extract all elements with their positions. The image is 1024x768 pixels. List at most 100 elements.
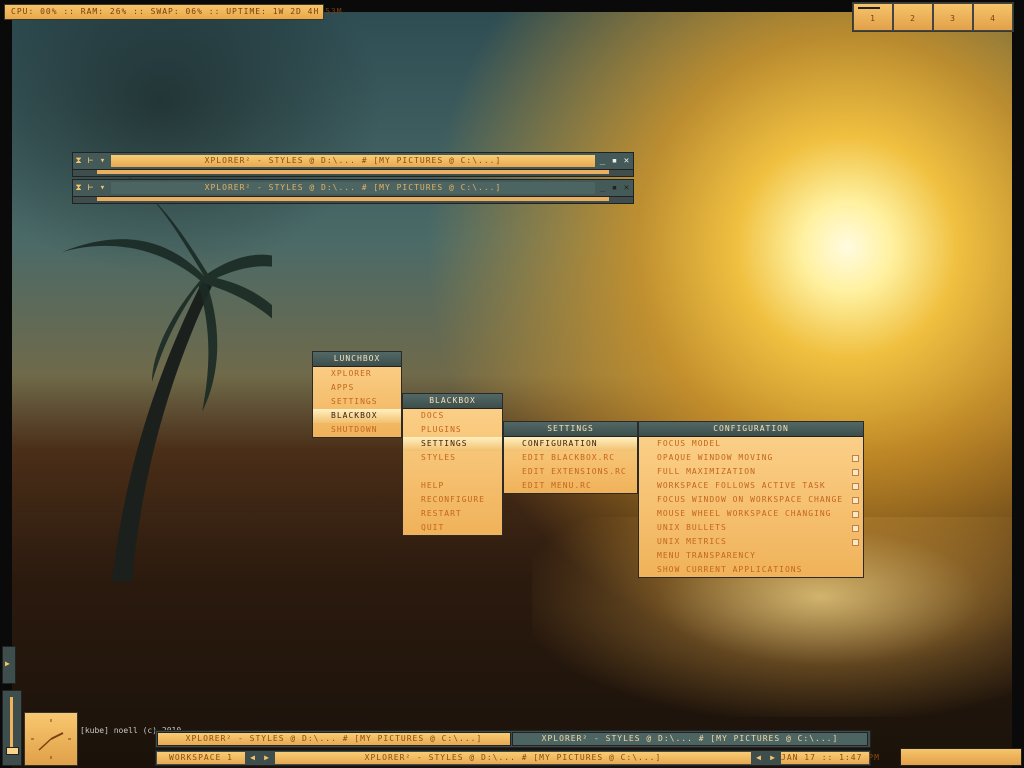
prev-window-icon[interactable]: ◀ bbox=[752, 752, 766, 764]
menu-item-settings[interactable]: SETTINGS bbox=[313, 395, 401, 409]
clock-label: JAN 17 :: 1:47 PM bbox=[781, 752, 880, 764]
checkbox-icon bbox=[852, 511, 859, 518]
menu-item-label: WORKSPACE FOLLOWS ACTIVE TASK bbox=[657, 481, 826, 490]
task-button[interactable]: XPLORER² - STYLES @ D:\... # [MY PICTURE… bbox=[157, 732, 511, 746]
workspace-3-label: 3 bbox=[950, 14, 956, 23]
menu-item-label: UNIX METRICS bbox=[657, 537, 727, 546]
menu-item-restart[interactable]: RESTART bbox=[403, 507, 502, 521]
menu-item-edit-extensions-rc[interactable]: EDIT EXTENSIONS.RC bbox=[504, 465, 637, 479]
menu-item-full-maximization[interactable]: FULL MAXIMIZATION bbox=[639, 465, 863, 479]
shade-icon[interactable]: ⧗ bbox=[73, 155, 85, 167]
menu-item-configuration[interactable]: CONFIGURATION bbox=[504, 437, 637, 451]
workspace-1-label: 1 bbox=[870, 14, 876, 23]
menu-item-label: FOCUS WINDOW ON WORKSPACE CHANGE bbox=[657, 495, 844, 504]
menu-item-reconfigure[interactable]: RECONFIGURE bbox=[403, 493, 502, 507]
window-xplorer-1[interactable]: ⧗ ⊢ ▾ XPLORER² - STYLES @ D:\... # [MY P… bbox=[72, 152, 634, 177]
menu-item-show-current-applications[interactable]: SHOW CURRENT APPLICATIONS bbox=[639, 563, 863, 577]
menu-title: BLACKBOX bbox=[403, 394, 502, 409]
task-button[interactable]: XPLORER² - STYLES @ D:\... # [MY PICTURE… bbox=[512, 732, 868, 746]
workspace-4-label: 4 bbox=[990, 14, 996, 23]
checkbox-icon bbox=[852, 525, 859, 532]
menu-item-xplorer[interactable]: XPLORER bbox=[313, 367, 401, 381]
workspace-pager[interactable]: 1 2 3 4 bbox=[852, 2, 1014, 32]
menu-item-unix-metrics[interactable]: UNIX METRICS bbox=[639, 535, 863, 549]
volume-slider[interactable] bbox=[2, 690, 22, 766]
maximize-icon[interactable]: ▪ bbox=[609, 182, 621, 194]
system-monitor-bar: CPU: 00% :: RAM: 26% :: SWAP: 06% :: UPT… bbox=[4, 4, 342, 20]
checkbox-icon bbox=[852, 497, 859, 504]
next-workspace-icon[interactable]: ▶ bbox=[260, 752, 274, 764]
menu-item-apps[interactable]: APPS bbox=[313, 381, 401, 395]
toolbar: WORKSPACE 1 ◀ ▶ XPLORER² - STYLES @ D:\.… bbox=[155, 750, 880, 766]
menu-title: CONFIGURATION bbox=[639, 422, 863, 437]
menu-item-opaque-window-moving[interactable]: OPAQUE WINDOW MOVING bbox=[639, 451, 863, 465]
analog-clock bbox=[24, 712, 78, 766]
window-handle[interactable] bbox=[72, 197, 634, 204]
stick-icon[interactable]: ⊢ bbox=[85, 182, 97, 194]
menu-item-unix-bullets[interactable]: UNIX BULLETS bbox=[639, 521, 863, 535]
window-titlebar[interactable]: ⧗ ⊢ ▾ XPLORER² - STYLES @ D:\... # [MY P… bbox=[72, 152, 634, 170]
slider-thumb[interactable] bbox=[6, 747, 19, 755]
current-window-label: XPLORER² - STYLES @ D:\... # [MY PICTURE… bbox=[275, 752, 751, 764]
window-title: XPLORER² - STYLES @ D:\... # [MY PICTURE… bbox=[111, 182, 595, 194]
next-window-icon[interactable]: ▶ bbox=[766, 752, 780, 764]
menu-item-focus-model[interactable]: FOCUS MODEL bbox=[639, 437, 863, 451]
menu-item-styles[interactable]: STYLES bbox=[403, 451, 502, 465]
maximize-icon[interactable]: ▪ bbox=[609, 155, 621, 167]
menu-item-focus-window-on-workspace-change[interactable]: FOCUS WINDOW ON WORKSPACE CHANGE bbox=[639, 493, 863, 507]
workspace-1[interactable]: 1 bbox=[854, 4, 892, 30]
menu-item-label: FULL MAXIMIZATION bbox=[657, 467, 756, 476]
checkbox-icon bbox=[852, 539, 859, 546]
menu-down-icon[interactable]: ▾ bbox=[97, 182, 109, 194]
menu-item-menu-transparency[interactable]: MENU TRANSPARENCY bbox=[639, 549, 863, 563]
menu-item-docs[interactable]: DOCS bbox=[403, 409, 502, 423]
menu-item-shutdown[interactable]: SHUTDOWN bbox=[313, 423, 401, 437]
menu-down-icon[interactable]: ▾ bbox=[97, 155, 109, 167]
arrow-right-icon: ▶ bbox=[5, 659, 11, 668]
system-stats-text: CPU: 00% :: RAM: 26% :: SWAP: 06% :: UPT… bbox=[11, 7, 343, 16]
menu-item-help[interactable]: HELP bbox=[403, 479, 502, 493]
system-tray[interactable] bbox=[900, 748, 1022, 766]
menu-separator bbox=[403, 465, 502, 479]
menu-item-label: MOUSE WHEEL WORKSPACE CHANGING bbox=[657, 509, 832, 518]
clock-face-icon bbox=[31, 719, 71, 759]
menu-item-edit-menu-rc[interactable]: EDIT MENU.RC bbox=[504, 479, 637, 493]
close-icon[interactable]: ✕ bbox=[621, 155, 633, 167]
window-title: XPLORER² - STYLES @ D:\... # [MY PICTURE… bbox=[111, 155, 595, 167]
menu-item-blackbox[interactable]: BLACKBOX bbox=[313, 409, 401, 423]
checkbox-icon bbox=[852, 455, 859, 462]
menu-item-plugins[interactable]: PLUGINS bbox=[403, 423, 502, 437]
workspace-3[interactable]: 3 bbox=[934, 4, 972, 30]
menu-title: SETTINGS bbox=[504, 422, 637, 437]
menu-blackbox: BLACKBOX DOCS PLUGINS SETTINGS STYLES HE… bbox=[402, 393, 503, 536]
workspace-label[interactable]: WORKSPACE 1 bbox=[157, 752, 245, 764]
menu-item-mouse-wheel-workspace-changing[interactable]: MOUSE WHEEL WORKSPACE CHANGING bbox=[639, 507, 863, 521]
prev-workspace-icon[interactable]: ◀ bbox=[246, 752, 260, 764]
slider-track bbox=[10, 697, 13, 751]
menu-item-label: OPAQUE WINDOW MOVING bbox=[657, 453, 774, 462]
menu-item-quit[interactable]: QUIT bbox=[403, 521, 502, 535]
close-icon[interactable]: ✕ bbox=[621, 182, 633, 194]
desktop-wallpaper bbox=[12, 12, 1012, 768]
palm-tree-graphic bbox=[62, 172, 272, 582]
workspace-4[interactable]: 4 bbox=[974, 4, 1012, 30]
window-handle[interactable] bbox=[72, 170, 634, 177]
menu-item-workspace-follows-active-task[interactable]: WORKSPACE FOLLOWS ACTIVE TASK bbox=[639, 479, 863, 493]
window-titlebar[interactable]: ⧗ ⊢ ▾ XPLORER² - STYLES @ D:\... # [MY P… bbox=[72, 179, 634, 197]
menu-settings: SETTINGS CONFIGURATION EDIT BLACKBOX.RC … bbox=[503, 421, 638, 494]
menu-item-edit-blackbox-rc[interactable]: EDIT BLACKBOX.RC bbox=[504, 451, 637, 465]
minimize-icon[interactable]: _ bbox=[597, 182, 609, 194]
menu-item-label: UNIX BULLETS bbox=[657, 523, 727, 532]
workspace-2-label: 2 bbox=[910, 14, 916, 23]
checkbox-icon bbox=[852, 483, 859, 490]
menu-item-settings[interactable]: SETTINGS bbox=[403, 437, 502, 451]
menu-configuration: CONFIGURATION FOCUS MODEL OPAQUE WINDOW … bbox=[638, 421, 864, 578]
side-toggle-button[interactable]: ▶ bbox=[2, 646, 16, 684]
stick-icon[interactable]: ⊢ bbox=[85, 155, 97, 167]
shade-icon[interactable]: ⧗ bbox=[73, 182, 85, 194]
minimize-icon[interactable]: _ bbox=[597, 155, 609, 167]
menu-lunchbox: LUNCHBOX XPLORER APPS SETTINGS BLACKBOX … bbox=[312, 351, 402, 438]
checkbox-icon bbox=[852, 469, 859, 476]
workspace-2[interactable]: 2 bbox=[894, 4, 932, 30]
window-xplorer-2[interactable]: ⧗ ⊢ ▾ XPLORER² - STYLES @ D:\... # [MY P… bbox=[72, 179, 634, 204]
